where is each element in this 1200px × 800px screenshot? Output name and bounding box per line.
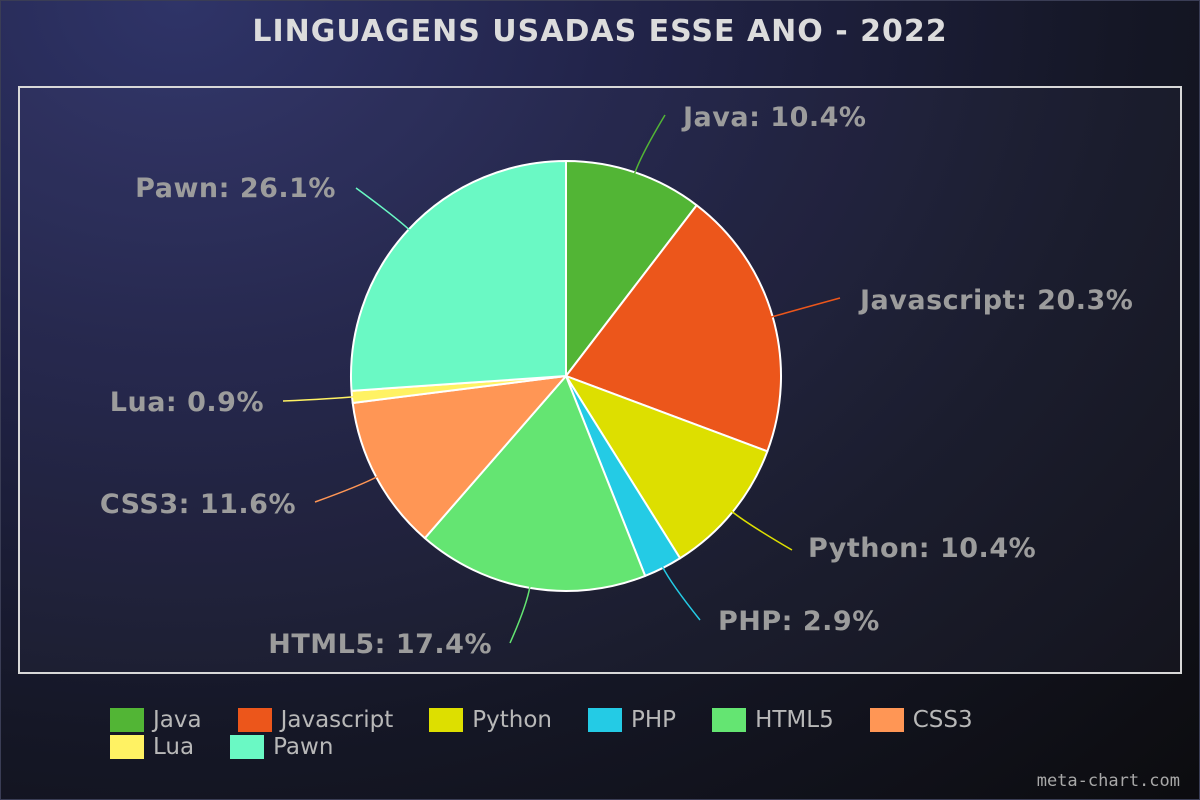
legend-swatch-php: [588, 708, 623, 732]
legend-label-css3: CSS3: [912, 707, 973, 733]
legend-label-python: Python: [472, 707, 553, 733]
legend-item-php: PHP: [588, 707, 677, 733]
legend-label-php: PHP: [631, 707, 677, 733]
legend-swatch-css3: [869, 708, 904, 732]
slice-label-pawn: Pawn: 26.1%: [135, 173, 336, 204]
legend-item-css3: CSS3: [869, 707, 973, 733]
legend-swatch-javascript: [237, 708, 272, 732]
legend-label-lua: Lua: [153, 734, 195, 760]
legend-swatch-html5: [712, 708, 747, 732]
legend-label-html5: HTML5: [755, 707, 834, 733]
slice-label-javascript: Javascript: 20.3%: [858, 285, 1133, 316]
legend-item-python: Python: [429, 707, 553, 733]
legend-swatch-pawn: [230, 735, 265, 759]
chart-legend: Java Javascript Python PHP HTML5 CSS3 Lua Pawn: [110, 707, 1110, 760]
pie-chart: Java: 10.4% Javascript: 20.3% Python: 10.4…: [18, 86, 1182, 674]
legend-item-pawn: Pawn: [230, 734, 334, 760]
slice-label-html5: HTML5: 17.4%: [268, 629, 492, 660]
legend-item-javascript: Javascript: [237, 707, 394, 733]
slice-label-php: PHP: 2.9%: [718, 606, 880, 637]
legend-swatch-java: [110, 708, 144, 732]
legend-label-pawn: Pawn: [273, 734, 334, 760]
legend-label-javascript: Javascript: [280, 707, 394, 733]
slice-label-css3: CSS3: 11.6%: [100, 489, 296, 520]
slice-label-lua: Lua: 0.9%: [110, 387, 264, 418]
legend-swatch-python: [429, 708, 464, 732]
slice-label-java: Java: 10.4%: [681, 102, 866, 133]
legend-item-java: Java: [110, 707, 202, 733]
legend-item-lua: Lua: [110, 734, 195, 760]
legend-item-html5: HTML5: [712, 707, 834, 733]
watermark: meta-chart.com: [1036, 771, 1180, 791]
legend-label-java: Java: [153, 707, 202, 733]
slice-label-python: Python: 10.4%: [808, 533, 1036, 564]
legend-swatch-lua: [110, 735, 144, 759]
